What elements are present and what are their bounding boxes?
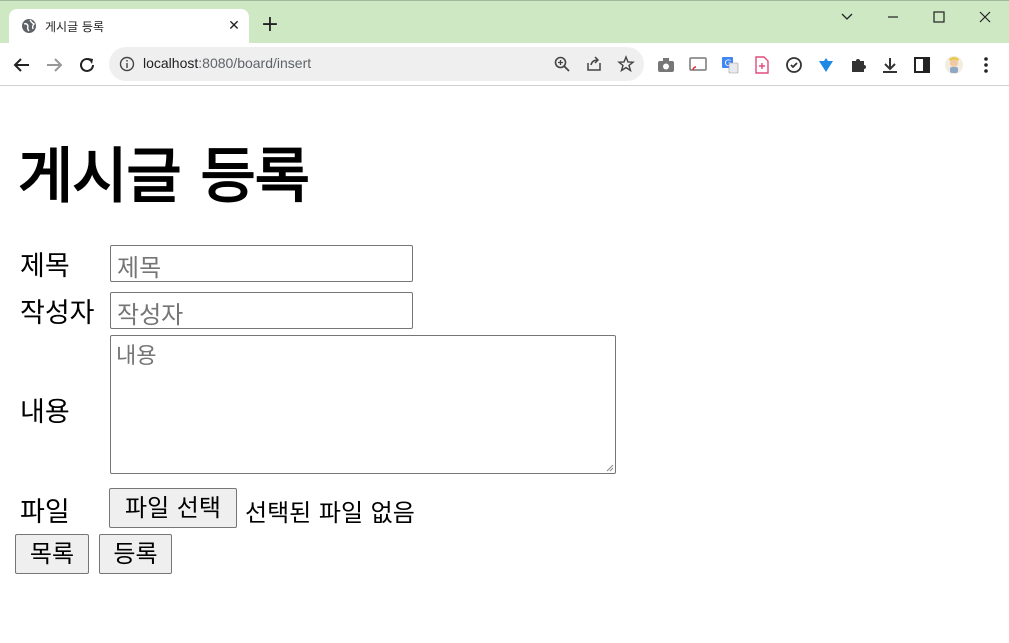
camera-icon[interactable] bbox=[656, 55, 676, 75]
list-button[interactable]: 목록 bbox=[15, 534, 89, 574]
url-text[interactable]: localhost:8080/board/insert bbox=[143, 55, 311, 71]
submit-button[interactable]: 등록 bbox=[99, 534, 172, 574]
reload-icon[interactable] bbox=[73, 51, 101, 79]
sync-icon[interactable] bbox=[784, 55, 804, 75]
info-icon[interactable] bbox=[119, 56, 135, 72]
profile-avatar-icon[interactable] bbox=[944, 55, 964, 75]
file-choose-button[interactable]: 파일 선택 bbox=[109, 488, 237, 528]
file-label: 파일 bbox=[20, 497, 70, 528]
page-title: 게시글 등록 bbox=[18, 142, 310, 212]
back-arrow-icon[interactable] bbox=[8, 51, 36, 79]
writer-input[interactable]: 작성자 bbox=[110, 292, 413, 329]
file-status-text: 선택된 파일 없음 bbox=[245, 499, 415, 527]
browser-tab[interactable]: 게시글 등록 ✕ bbox=[9, 9, 249, 44]
content-textarea[interactable]: 내용 bbox=[110, 335, 616, 474]
tab-search-icon[interactable] bbox=[824, 5, 870, 29]
browser-toolbar: localhost:8080/board/insert G bbox=[0, 43, 1009, 86]
share-icon[interactable] bbox=[585, 55, 603, 73]
menu-dots-icon[interactable] bbox=[976, 55, 996, 75]
forward-arrow-icon[interactable] bbox=[40, 51, 68, 79]
minimize-icon[interactable] bbox=[870, 5, 916, 29]
close-window-icon[interactable] bbox=[962, 5, 1008, 29]
title-label: 제목 bbox=[20, 251, 70, 282]
side-panel-icon[interactable] bbox=[912, 55, 932, 75]
puzzle-icon[interactable] bbox=[848, 55, 868, 75]
title-input[interactable]: 제목 bbox=[110, 245, 413, 282]
translate-icon[interactable]: G bbox=[720, 55, 740, 75]
page-content: 게시글 등록 제목 제목 작성자 작성자 내용 내용 파일 파일 선택 선택된 … bbox=[0, 86, 1009, 643]
globe-icon bbox=[22, 19, 36, 33]
address-bar[interactable]: localhost:8080/board/insert bbox=[109, 47, 644, 81]
download-arrow-extension-icon[interactable] bbox=[816, 55, 836, 75]
close-tab-icon[interactable]: ✕ bbox=[225, 17, 243, 35]
writer-label: 작성자 bbox=[20, 298, 95, 329]
tab-title: 게시글 등록 bbox=[45, 20, 105, 34]
new-tab-button[interactable]: + bbox=[258, 14, 282, 38]
pdf-icon[interactable] bbox=[752, 55, 772, 75]
zoom-icon[interactable] bbox=[553, 55, 571, 73]
cast-icon[interactable] bbox=[688, 55, 708, 75]
content-placeholder: 내용 bbox=[116, 344, 157, 369]
star-icon[interactable] bbox=[617, 55, 635, 73]
content-label: 내용 bbox=[20, 397, 70, 428]
download-icon[interactable] bbox=[880, 55, 900, 75]
tab-strip: 게시글 등록 ✕ + bbox=[0, 0, 1009, 44]
maximize-icon[interactable] bbox=[916, 5, 962, 29]
resize-handle-icon[interactable] bbox=[604, 462, 614, 472]
